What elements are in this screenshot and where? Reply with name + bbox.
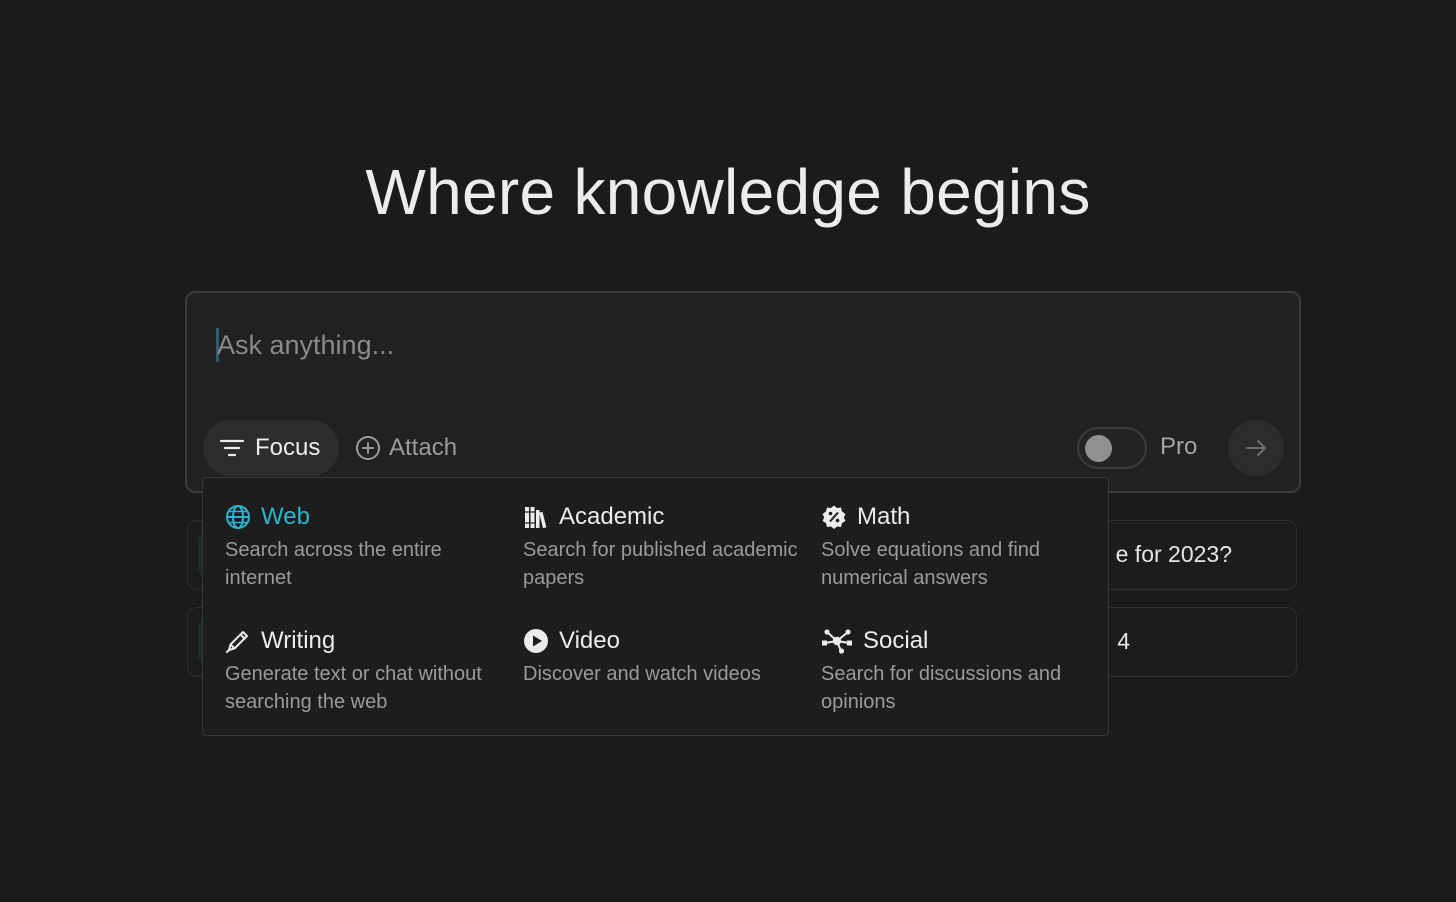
arrow-right-icon [1246, 440, 1266, 456]
focus-option-description: Search across the entire internet [225, 539, 442, 589]
focus-option-video[interactable]: Video Discover and watch videos [523, 626, 803, 688]
focus-option-social[interactable]: Social Search for discussions and opinio… [821, 626, 1101, 716]
focus-option-title: Social [863, 627, 929, 654]
focus-option-title: Math [857, 503, 911, 530]
focus-option-title: Web [261, 503, 310, 530]
focus-option-description: Solve equations and find numerical answe… [821, 539, 1041, 589]
search-input[interactable] [217, 323, 1217, 367]
focus-option-description: Search for published academic papers [523, 539, 798, 589]
network-icon [821, 628, 853, 654]
focus-option-math[interactable]: Math Solve equations and find numerical … [821, 502, 1101, 592]
focus-option-description: Generate text or chat without searching … [225, 663, 482, 713]
focus-menu: Web Search across the entire internet Ac… [202, 477, 1109, 736]
focus-option-title: Writing [261, 627, 336, 654]
attach-button[interactable]: Attach [355, 420, 457, 476]
focus-option-title: Video [559, 627, 620, 654]
focus-option-web[interactable]: Web Search across the entire internet [225, 502, 505, 592]
submit-button[interactable] [1228, 420, 1284, 476]
focus-option-writing[interactable]: Writing Generate text or chat without se… [225, 626, 505, 716]
focus-option-academic[interactable]: Academic Search for published academic p… [523, 502, 803, 592]
pro-toggle[interactable] [1077, 427, 1147, 469]
play-icon [523, 628, 549, 654]
plus-circle-icon [356, 436, 380, 460]
search-box: Focus Attach Pro [185, 291, 1301, 493]
focus-option-title: Academic [559, 503, 665, 530]
page: Where knowledge begins e for 2023? 4 Foc… [0, 0, 1456, 902]
pro-label: Pro [1160, 433, 1198, 460]
percent-badge-icon [821, 504, 847, 530]
pencil-icon [225, 628, 251, 654]
globe-icon [225, 504, 251, 530]
focus-button[interactable]: Focus [203, 420, 339, 476]
focus-option-description: Search for discussions and opinions [821, 663, 1062, 713]
page-title: Where knowledge begins [365, 156, 1091, 228]
focus-option-description: Discover and watch videos [523, 663, 761, 685]
toggle-knob [1085, 435, 1112, 462]
focus-button-label: Focus [255, 434, 321, 461]
attach-button-label: Attach [389, 434, 458, 461]
filter-icon [219, 439, 245, 457]
suggestion-text: e for 2023? [1115, 541, 1232, 567]
suggestion-text: 4 [1117, 628, 1130, 654]
books-icon [523, 504, 549, 530]
